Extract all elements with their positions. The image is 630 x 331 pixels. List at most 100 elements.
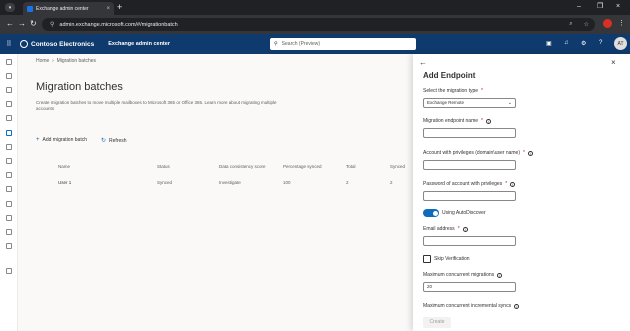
settings-gear-icon[interactable]: ⚙ (581, 40, 586, 47)
app-launcher-icon[interactable]: ⠿ (0, 40, 18, 48)
table-row-total: 2 (346, 180, 349, 185)
table-row-status: Synced (157, 180, 173, 185)
insights-icon[interactable] (6, 172, 12, 178)
page-description: Create migration batches to move multipl… (36, 100, 277, 111)
minimize-icon[interactable]: – (577, 2, 581, 12)
home-icon[interactable] (6, 73, 12, 79)
help-icon[interactable]: ? (599, 40, 602, 46)
table-row-synced: 2 (390, 180, 393, 185)
browser-tab[interactable]: Exchange admin center × (23, 2, 114, 15)
breadcrumb-current: Migration batches (56, 58, 97, 64)
endpoint-name-input[interactable] (423, 128, 516, 138)
table-row-name[interactable]: User 1 (58, 180, 71, 185)
add-migration-batch-button[interactable]: + Add migration batch (36, 137, 87, 143)
column-header-status[interactable]: Status (157, 164, 170, 169)
tab-close-icon[interactable]: × (106, 6, 110, 12)
browser-tab-bar: ▾ Exchange admin center × + – ❐ × (0, 0, 630, 15)
classic-eac-icon[interactable] (6, 243, 12, 249)
exchange-favicon-icon (27, 5, 33, 12)
tab-title: Exchange admin center (36, 5, 89, 12)
breadcrumb: Home › Migration batches (36, 58, 96, 64)
present-icon[interactable]: ▣ (546, 40, 552, 47)
url-text: admin.exchange.microsoft.com/#/migration… (59, 21, 178, 28)
forward-icon[interactable]: → (18, 19, 26, 29)
max-incremental-label: Maximum concurrent incremental syncs i (423, 303, 520, 309)
create-button[interactable]: Create (423, 317, 451, 328)
extension-icon[interactable] (603, 19, 612, 28)
email-input[interactable] (423, 236, 516, 246)
organization-icon[interactable] (6, 186, 12, 192)
endpoint-name-label: Migration endpoint name * i (423, 118, 491, 124)
account-label: Account with privileges (domain\user nam… (423, 150, 533, 156)
maximize-icon[interactable]: ❐ (597, 2, 603, 12)
office-icon[interactable] (6, 268, 12, 274)
zoom-icon[interactable]: ⌕ (569, 21, 578, 28)
bookmark-star-icon[interactable]: ☆ (584, 21, 595, 28)
other-features-icon[interactable] (6, 229, 12, 235)
autodiscover-label: Using AutoDiscover (442, 210, 486, 216)
browser-menu-icon[interactable]: ⋮ (618, 19, 625, 27)
org-logo[interactable]: Contoso Electronics (20, 40, 94, 48)
public-folders-icon[interactable] (6, 201, 12, 207)
info-icon[interactable]: i (462, 226, 468, 232)
account-input[interactable] (423, 160, 516, 170)
app-name[interactable]: Exchange admin center (108, 41, 170, 47)
required-mark: * (505, 181, 508, 187)
search-icon: ⚲ (274, 41, 278, 47)
max-concurrent-input[interactable]: 20 (423, 282, 516, 292)
mail-flow-icon[interactable] (6, 101, 12, 107)
info-icon[interactable]: i (497, 272, 503, 278)
column-header-percentage-synced[interactable]: Percentage synced (283, 164, 322, 169)
panel-close-icon[interactable]: × (611, 58, 616, 67)
info-icon[interactable]: i (486, 118, 491, 124)
breadcrumb-home[interactable]: Home (36, 58, 49, 64)
refresh-button[interactable]: ↻ Refresh (101, 137, 127, 145)
required-mark: * (457, 226, 460, 232)
autodiscover-toggle[interactable] (423, 209, 439, 217)
password-label: Password of account with privileges * i (423, 181, 516, 187)
required-mark: * (481, 88, 483, 94)
nav-collapse-icon[interactable] (6, 59, 12, 65)
main-content: Home › Migration batches Migration batch… (18, 54, 413, 331)
avatar[interactable]: AT (614, 37, 627, 50)
recipients-icon[interactable] (6, 87, 12, 93)
info-icon[interactable]: i (514, 303, 520, 309)
settings-icon[interactable] (6, 215, 12, 221)
roles-icon[interactable] (6, 115, 12, 121)
migration-icon[interactable] (6, 130, 12, 136)
mobile-icon[interactable] (6, 144, 12, 150)
window-close-icon[interactable]: × (616, 2, 620, 12)
migration-type-value: Exchange Remote (427, 100, 465, 105)
column-header-name[interactable]: Name (58, 164, 70, 169)
column-header-synced[interactable]: Synced (390, 164, 405, 169)
column-header-data-consistency[interactable]: Data consistency score (219, 164, 266, 169)
add-icon: + (36, 137, 40, 143)
notifications-icon[interactable]: ♫ (564, 40, 569, 46)
account-label-text: Account with privileges (domain\user nam… (423, 150, 520, 156)
search-input[interactable]: ⚲ Search (Preview) (270, 38, 416, 50)
tab-search-icon[interactable]: ▾ (5, 3, 15, 12)
add-endpoint-panel: ← × Add Endpoint Select the migration ty… (413, 54, 630, 331)
skip-verification-checkbox[interactable] (423, 255, 431, 263)
page-title: Migration batches (36, 81, 123, 93)
reload-icon[interactable]: ↻ (30, 19, 37, 29)
back-arrow-icon[interactable]: ← (419, 58, 427, 67)
site-info-icon[interactable]: ⚲ (50, 21, 54, 28)
email-label: Email address * i (423, 226, 468, 232)
info-icon[interactable]: i (510, 181, 516, 187)
address-bar[interactable]: ⚲ admin.exchange.microsoft.com/#/migrati… (42, 18, 595, 31)
new-tab-icon[interactable]: + (117, 2, 122, 12)
required-mark: * (523, 150, 525, 156)
browser-toolbar: ← → ↻ ⚲ admin.exchange.microsoft.com/#/m… (0, 15, 630, 34)
back-icon[interactable]: ← (6, 19, 14, 29)
column-header-total[interactable]: Total (346, 164, 356, 169)
migration-type-dropdown[interactable]: Exchange Remote ⌄ (423, 98, 516, 108)
max-concurrent-label-text: Maximum concurrent migrations (423, 272, 495, 278)
info-icon[interactable]: i (527, 150, 533, 156)
skip-verification-label: Skip Verification (434, 256, 470, 262)
reports-icon[interactable] (6, 158, 12, 164)
chevron-down-icon: ⌄ (507, 100, 512, 106)
max-incremental-label-text: Maximum concurrent incremental syncs (423, 303, 512, 309)
endpoint-name-label-text: Migration endpoint name (423, 118, 479, 124)
password-input[interactable] (423, 191, 516, 201)
